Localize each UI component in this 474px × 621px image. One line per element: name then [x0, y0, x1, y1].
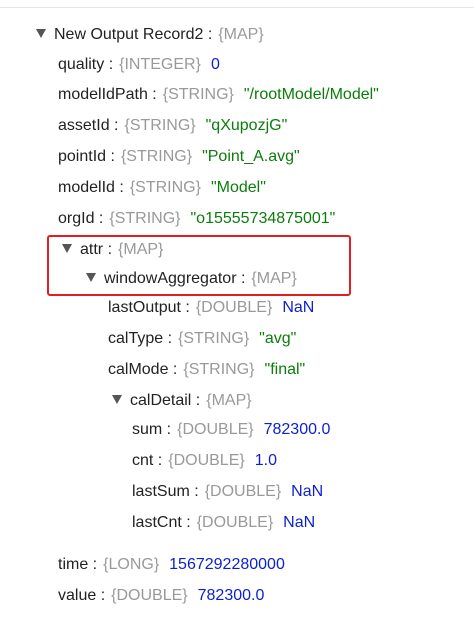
tree-leaf[interactable]: calMode : {STRING} "final"	[108, 358, 305, 382]
collapse-triangle-icon[interactable]	[112, 395, 122, 405]
leaf-value: NaN	[283, 514, 316, 531]
leaf-value: "avg"	[259, 330, 297, 347]
tree-leaf[interactable]: sum : {DOUBLE} 782300.0	[132, 418, 330, 442]
leaf-type: {DOUBLE}	[111, 587, 188, 604]
tree-leaf[interactable]: quality : {INTEGER} 0	[58, 53, 220, 77]
leaf-type: {STRING}	[129, 179, 201, 196]
tree-leaf[interactable]: calType : {STRING} "avg"	[108, 327, 296, 351]
leaf-value: "Point_A.avg"	[202, 148, 300, 165]
leaf-value: "Model"	[210, 179, 266, 196]
leaf-key: assetId	[58, 117, 110, 134]
node-type: {MAP}	[206, 392, 252, 409]
tree-leaf[interactable]: assetId : {STRING} "qXupozjG"	[58, 114, 287, 138]
tree-leaf[interactable]: time : {LONG} 1567292280000	[58, 553, 285, 577]
leaf-value: NaN	[291, 483, 324, 500]
leaf-value: 782300.0	[263, 421, 331, 438]
leaf-key: value	[58, 587, 97, 604]
leaf-key: lastOutput	[108, 299, 181, 316]
tree-node-cal-detail[interactable]: calDetail : {MAP}	[112, 389, 262, 413]
leaf-type: {DOUBLE}	[196, 514, 274, 531]
leaf-key: lastSum	[132, 483, 190, 500]
leaf-type: {STRING}	[109, 210, 181, 227]
json-tree: New Output Record2 : {MAP} quality : {INTE…	[0, 0, 474, 621]
tree-leaf[interactable]: modelId : {STRING} "Model"	[58, 176, 266, 200]
leaf-key: time	[58, 556, 89, 573]
leaf-type: {INTEGER}	[119, 56, 201, 73]
leaf-value: NaN	[282, 299, 315, 316]
tree-node-attr[interactable]: attr : {MAP}	[62, 238, 173, 262]
node-key: calDetail	[130, 392, 192, 409]
leaf-key: calMode	[108, 361, 169, 378]
leaf-key: sum	[132, 421, 163, 438]
leaf-value: 782300.0	[197, 587, 265, 604]
leaf-type: {DOUBLE}	[195, 299, 273, 316]
tree-leaf[interactable]: modelIdPath : {STRING} "/rootModel/Model"	[58, 83, 379, 107]
tree-leaf[interactable]: lastSum : {DOUBLE} NaN	[132, 480, 323, 504]
node-type: {MAP}	[218, 26, 264, 43]
leaf-value: "final"	[264, 361, 306, 378]
node-type: {MAP}	[251, 270, 297, 287]
tree-leaf[interactable]: lastOutput : {DOUBLE} NaN	[108, 296, 314, 320]
leaf-key: pointId	[58, 148, 107, 165]
leaf-key: modelId	[58, 179, 115, 196]
tree-node-window-aggregator[interactable]: windowAggregator : {MAP}	[86, 267, 307, 291]
leaf-type: {STRING}	[178, 330, 250, 347]
tree-leaf[interactable]: lastCnt : {DOUBLE} NaN	[132, 511, 315, 535]
leaf-type: {STRING}	[183, 361, 255, 378]
tree-node-root[interactable]: New Output Record2 : {MAP}	[36, 23, 274, 47]
leaf-value: "o15555734875001"	[190, 210, 336, 227]
leaf-type: {STRING}	[162, 86, 234, 103]
leaf-key: modelIdPath	[58, 86, 148, 103]
leaf-type: {STRING}	[124, 117, 196, 134]
leaf-key: cnt	[132, 452, 154, 469]
leaf-type: {STRING}	[120, 148, 193, 165]
node-key: New Output Record2	[54, 26, 204, 43]
leaf-value: "qXupozjG"	[205, 117, 288, 134]
collapse-triangle-icon[interactable]	[36, 29, 46, 39]
leaf-type: {DOUBLE}	[204, 483, 282, 500]
leaf-value: 1.0	[254, 452, 277, 469]
tree-leaf[interactable]: pointId : {STRING} "Point_A.avg"	[58, 145, 300, 169]
node-key: attr	[80, 241, 104, 258]
leaf-value: "/rootModel/Model"	[243, 86, 379, 103]
node-key: windowAggregator	[104, 270, 237, 287]
leaf-type: {LONG}	[103, 556, 160, 573]
collapse-triangle-icon[interactable]	[86, 273, 96, 283]
leaf-key: quality	[58, 56, 105, 73]
collapse-triangle-icon[interactable]	[62, 244, 72, 254]
leaf-type: {DOUBLE}	[168, 452, 245, 469]
leaf-key: orgId	[58, 210, 95, 227]
leaf-key: lastCnt	[132, 514, 182, 531]
leaf-key: calType	[108, 330, 164, 347]
tree-leaf[interactable]: value : {DOUBLE} 782300.0	[58, 584, 264, 608]
tree-leaf[interactable]: cnt : {DOUBLE} 1.0	[132, 449, 277, 473]
tree-leaf[interactable]: orgId : {STRING} "o15555734875001"	[58, 207, 335, 231]
leaf-type: {DOUBLE}	[177, 421, 254, 438]
leaf-value: 0	[210, 56, 220, 73]
node-type: {MAP}	[118, 241, 164, 258]
leaf-value: 1567292280000	[169, 556, 285, 573]
